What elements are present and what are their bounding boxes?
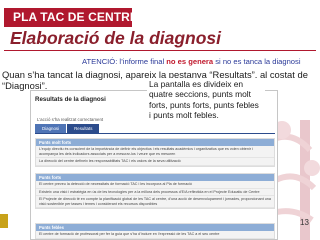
page-number: 13 — [300, 218, 309, 227]
attention-emphasis: no es genera — [166, 57, 214, 66]
section-item: El centre de formació de professorat per… — [36, 231, 274, 239]
success-message: L’acció s’ha realitzat correctament — [37, 117, 104, 122]
section-item: El Projecte de direcció té en compte la … — [36, 196, 274, 209]
section-item: L’equip directiu és conscient de la impo… — [36, 146, 274, 159]
slide-title: Elaboració de la diagnosi — [10, 28, 222, 48]
slide: PLA TAC DE CENTRE Elaboració de la diagn… — [0, 0, 320, 240]
results-tabs: Diagnosi Resultats — [35, 124, 100, 133]
section-header: Punts molt forts — [36, 139, 274, 146]
section-item: Existeix una visió i estratègia en ús de… — [36, 189, 274, 197]
section-header: Punts febles — [36, 224, 274, 231]
section-punts-forts: Punts forts El centre preveu la detecció… — [35, 173, 275, 210]
attention-suffix: si no es tanca la diagnosi — [213, 57, 301, 66]
footer-accent — [0, 214, 8, 228]
section-punts-molt-forts: Punts molt forts L’equip directiu és con… — [35, 138, 275, 167]
section-punts-febles: Punts febles El centre de formació de pr… — [35, 223, 275, 239]
tabs-underline — [35, 133, 275, 134]
tab-diagnosi[interactable]: Diagnosi — [35, 124, 67, 133]
header-banner: PLA TAC DE CENTRE — [4, 8, 138, 27]
attention-note: ATENCIÓ: l’informe final no es genera si… — [82, 57, 301, 66]
tab-resultats[interactable]: Resultats — [67, 124, 100, 133]
section-item: El centre preveu la detecció de necessit… — [36, 181, 274, 189]
results-title: Resultats de la diagnosi — [35, 96, 106, 103]
attention-prefix: ATENCIÓ: l’informe final — [82, 57, 167, 66]
banner-title: PLA TAC DE CENTRE — [13, 10, 139, 24]
title-divider — [4, 50, 316, 51]
section-header: Punts forts — [36, 174, 274, 181]
callout-text: La pantalla es divideix en quatre seccio… — [147, 78, 265, 122]
section-item: La direcció del centre defineix les resp… — [36, 158, 274, 166]
